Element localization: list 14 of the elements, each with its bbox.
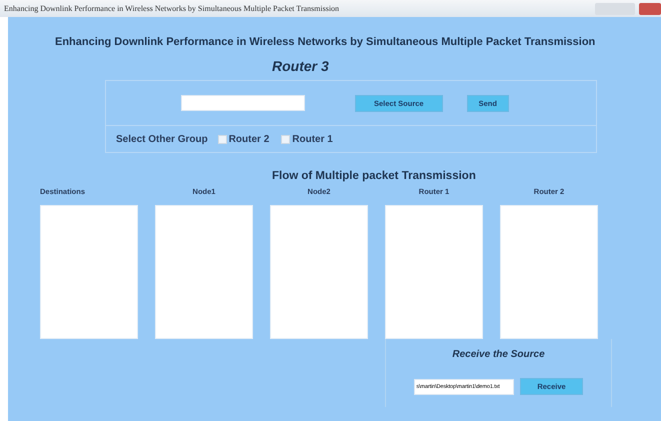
- checkbox-label: Router 2: [228, 134, 270, 144]
- router-checkbox[interactable]: Router 2: [218, 134, 270, 144]
- receive-title: Receive the Source: [452, 349, 545, 360]
- close-button[interactable]: [639, 2, 661, 14]
- router-title: Router 3: [272, 58, 330, 74]
- window-title: Enhancing Downlink Performance in Wireless Networks by Simultaneous Multiple Packet Transmission: [4, 4, 340, 13]
- checkbox-label: Router 1: [292, 134, 333, 144]
- app-heading: Enhancing Downlink Performance in Wireless Networks by Simultaneous Multiple Packet Transmission: [55, 36, 596, 48]
- flow-title: Flow of Multiple packet Transmission: [272, 170, 477, 182]
- group-label: Select Other Group: [116, 134, 208, 144]
- checkbox-icon[interactable]: [218, 134, 227, 144]
- source-field[interactable]: [181, 95, 305, 111]
- router-checkbox[interactable]: Router 1: [281, 134, 333, 144]
- checkbox-icon[interactable]: [281, 134, 290, 144]
